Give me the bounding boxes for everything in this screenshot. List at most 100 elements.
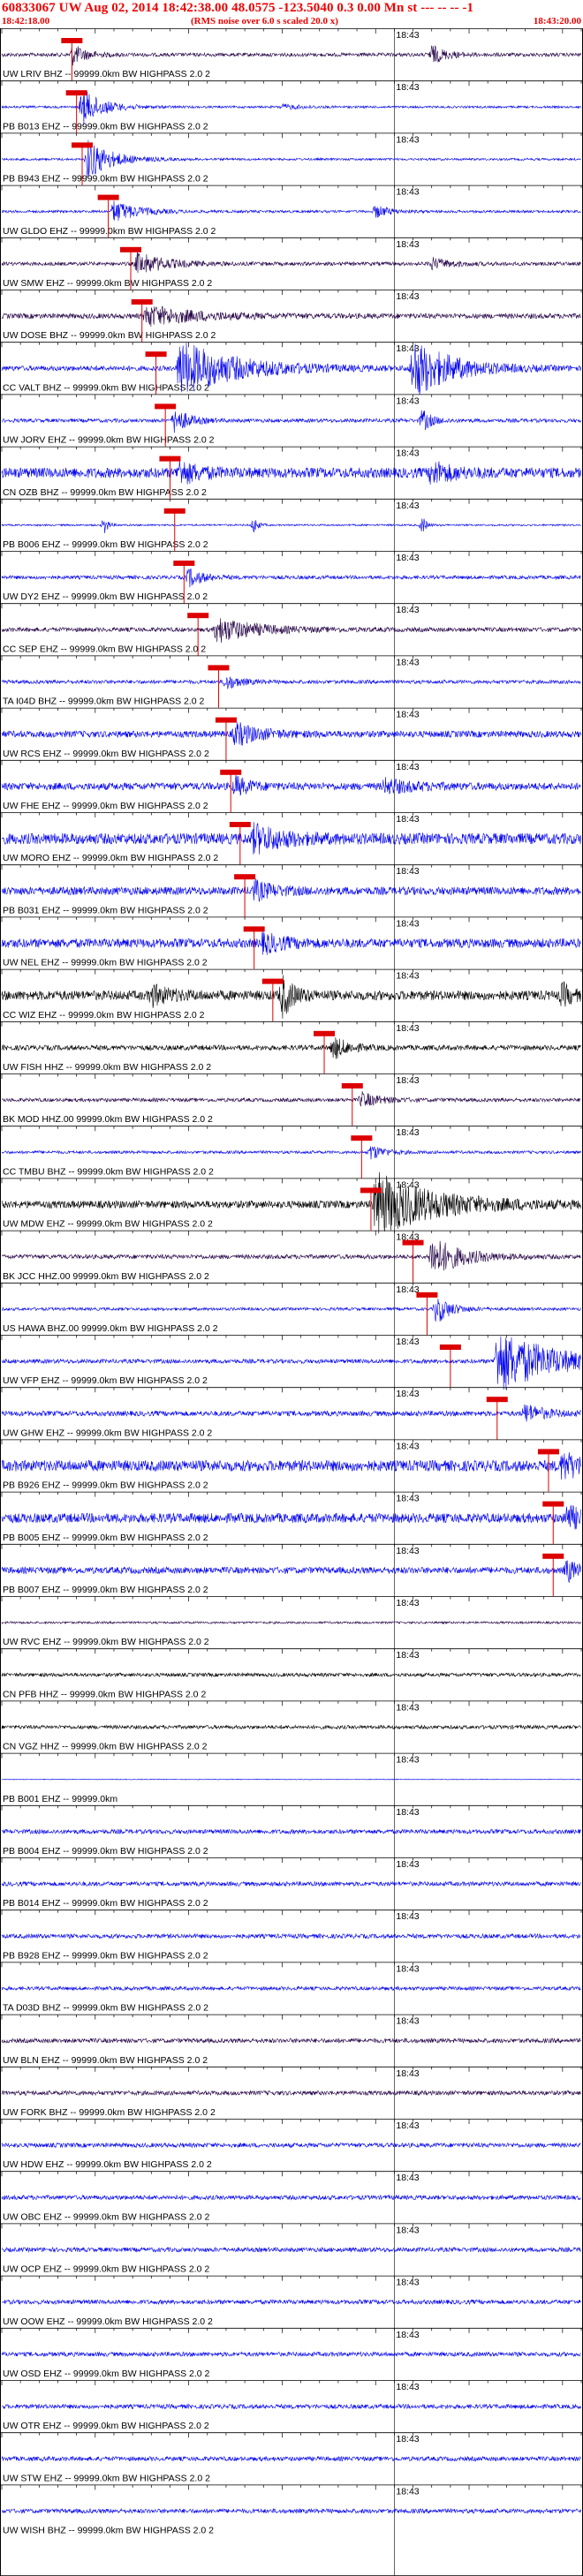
trace-label: UW GHW EHZ -- 99999.0km BW HIGHPASS 2.0 … (3, 1427, 212, 1438)
trace-label: PB B014 EHZ -- 99999.0km BW HIGHPASS 2.0… (3, 1898, 208, 1909)
minute-label: 18:43 (396, 239, 419, 250)
trace-label: CN VGZ HHZ -- 99999.0km BW HIGHPASS 2.0 … (3, 1742, 208, 1752)
trace-label: PB B031 EHZ -- 99999.0km BW HIGHPASS 2.0… (3, 905, 208, 915)
trace-label: UW OSD EHZ -- 99999.0km BW HIGHPASS 2.0 … (3, 2369, 210, 2379)
pick-flag (155, 403, 177, 410)
seismogram-plot: 18:43 UW LRIV BHZ -- 99999.0km BW HIGHPAS… (0, 28, 583, 2576)
minute-label: 18:43 (396, 814, 419, 825)
pick-flag (234, 874, 256, 880)
minute-label: 18:43 (396, 395, 419, 406)
trace-label: UW WISH BHZ -- 99999.0km BW HIGHPASS 2.0… (3, 2526, 214, 2536)
minute-label: 18:43 (396, 1859, 419, 1870)
trace-label: PB B943 EHZ -- 99999.0km BW HIGHPASS 2.0… (3, 174, 208, 185)
minute-label: 18:43 (396, 1494, 419, 1504)
minute-label: 18:43 (396, 291, 419, 302)
trace-label: PB B001 EHZ -- 99999.0km (3, 1794, 117, 1804)
minute-label: 18:43 (396, 1337, 419, 1347)
pick-flag (542, 1501, 564, 1507)
minute-label: 18:43 (396, 1179, 419, 1190)
trace-label: UW JORV EHZ -- 99999.0km BW HIGHPASS 2.0… (3, 435, 215, 446)
minute-label: 18:43 (396, 605, 419, 615)
plot-background (0, 28, 583, 2576)
minute-label: 18:43 (396, 1598, 419, 1608)
minute-label: 18:43 (396, 866, 419, 877)
minute-label: 18:43 (396, 1023, 419, 1034)
minute-label: 18:43 (396, 2330, 419, 2340)
minute-label: 18:43 (396, 1284, 419, 1295)
minute-label: 18:43 (396, 2382, 419, 2392)
minute-label: 18:43 (396, 1963, 419, 1974)
trace-label: BK MOD HHZ.00 99999.0km BW HIGHPASS 2.0 … (3, 1114, 213, 1125)
pick-flag (243, 926, 265, 932)
trace-label: TA I04D BHZ -- 99999.0km BW HIGHPASS 2.0… (3, 697, 205, 707)
trace-label: UW FISH HHZ -- 99999.0km BW HIGHPASS 2.0… (3, 1062, 211, 1073)
pick-flag (163, 508, 186, 514)
minute-label: 18:43 (396, 1807, 419, 1818)
trace-label: US HAWA BHZ.00 99999.0km BW HIGHPASS 2.0… (3, 1323, 218, 1334)
trace-label: UW OTR EHZ -- 99999.0km BW HIGHPASS 2.0 … (3, 2421, 209, 2431)
trace-label: BK JCC HHZ.00 99999.0km BW HIGHPASS 2.0 … (3, 1271, 209, 1282)
trace-label: CN PFB HHZ -- 99999.0km BW HIGHPASS 2.0 … (3, 1689, 206, 1699)
trace-label: PB B928 EHZ -- 99999.0km BW HIGHPASS 2.0… (3, 1950, 208, 1961)
trace-label: PB B006 EHZ -- 99999.0km BW HIGHPASS 2.0… (3, 539, 208, 550)
pick-flag (439, 1344, 461, 1350)
minute-label: 18:43 (396, 918, 419, 929)
minute-label: 18:43 (396, 2486, 419, 2497)
trace-label: UW OCP EHZ -- 99999.0km BW HIGHPASS 2.0 … (3, 2264, 209, 2275)
minute-label: 18:43 (396, 1075, 419, 1086)
pick-flag (159, 456, 181, 462)
scale-note: (RMS noise over 6.0 s scaled 20.0 x) (191, 16, 338, 26)
minute-label: 18:43 (396, 1755, 419, 1766)
trace-label: UW DY2 EHZ -- 99999.0km BW HIGHPASS 2.0 … (3, 591, 208, 602)
trace-label: UW NEL EHZ -- 99999.0km BW HIGHPASS 2.0 … (3, 958, 208, 968)
trace-label: UW OOW EHZ -- 99999.0km BW HIGHPASS 2.0 … (3, 2316, 213, 2327)
minute-label: 18:43 (396, 448, 419, 459)
pick-flag (220, 769, 242, 775)
pick-flag (402, 1239, 424, 1246)
pick-flag (173, 561, 195, 566)
pick-flag (71, 142, 93, 148)
minute-label: 18:43 (396, 2173, 419, 2183)
pick-flag (261, 978, 284, 984)
pick-flag (120, 246, 142, 252)
trace-label: PB B005 EHZ -- 99999.0km BW HIGHPASS 2.0… (3, 1533, 208, 1543)
trace-label: UW RVC EHZ -- 99999.0km BW HIGHPASS 2.0 … (3, 1637, 209, 1647)
pick-flag (61, 38, 83, 43)
pick-flag (341, 1083, 363, 1088)
pick-flag (145, 351, 167, 358)
minute-label: 18:43 (396, 187, 419, 198)
pick-flag (351, 1135, 373, 1141)
pick-flag (360, 1187, 382, 1194)
trace-label: UW FORK BHZ -- 99999.0km BW HIGHPASS 2.0… (3, 2107, 216, 2118)
pick-flag (314, 1030, 336, 1036)
trace-label: UW MORO EHZ -- 99999.0km BW HIGHPASS 2.0… (3, 853, 218, 863)
trace-label: UW BLN EHZ -- 99999.0km BW HIGHPASS 2.0 … (3, 2055, 208, 2066)
trace-label: CC VALT BHZ -- 99999.0km BW HIGHPASS 2.0… (3, 382, 209, 393)
pick-flag (97, 194, 119, 200)
trace-label: TA D03D BHZ -- 99999.0km BW HIGHPASS 2.0… (3, 2003, 208, 2014)
event-title: 60833067 UW Aug 02, 2014 18:42:38.00 48.… (2, 1, 474, 15)
minute-label: 18:43 (396, 657, 419, 667)
trace-label: CC TMBU BHZ -- 99999.0km BW HIGHPASS 2.0… (3, 1166, 214, 1177)
trace-label: PB B007 EHZ -- 99999.0km BW HIGHPASS 2.0… (3, 1585, 208, 1595)
trace-label: UW OBC EHZ -- 99999.0km BW HIGHPASS 2.0 … (3, 2211, 210, 2222)
trace-label: UW GLDO EHZ -- 99999.0km BW HIGHPASS 2.0… (3, 226, 216, 237)
minute-label: 18:43 (396, 1546, 419, 1556)
trace-label: CC WIZ EHZ -- 99999.0km BW HIGHPASS 2.0 … (3, 1010, 205, 1021)
minute-label: 18:43 (396, 30, 419, 41)
trace-label: UW LRIV BHZ -- 99999.0km BW HIGHPASS 2.0… (3, 69, 210, 79)
trace-label: UW DOSE BHZ -- 99999.0km BW HIGHPASS 2.0… (3, 330, 216, 341)
minute-label: 18:43 (396, 343, 419, 354)
minute-label: 18:43 (396, 1911, 419, 1922)
trace-label: CN OZB BHZ -- 99999.0km BW HIGHPASS 2.0 … (3, 487, 207, 498)
pick-flag (215, 717, 237, 723)
pick-flag (65, 90, 87, 96)
header: 60833067 UW Aug 02, 2014 18:42:38.00 48.… (0, 0, 583, 32)
trace-label: UW FHE EHZ -- 99999.0km BW HIGHPASS 2.0 … (3, 801, 208, 811)
minute-label: 18:43 (396, 553, 419, 563)
pick-flag (537, 1449, 559, 1455)
trace-label: UW STW EHZ -- 99999.0km BW HIGHPASS 2.0 … (3, 2473, 210, 2483)
trace-label: PB B013 EHZ -- 99999.0km BW HIGHPASS 2.0… (3, 121, 208, 132)
minute-label: 18:43 (396, 762, 419, 772)
trace-label: UW RCS EHZ -- 99999.0km BW HIGHPASS 2.0 … (3, 749, 209, 759)
